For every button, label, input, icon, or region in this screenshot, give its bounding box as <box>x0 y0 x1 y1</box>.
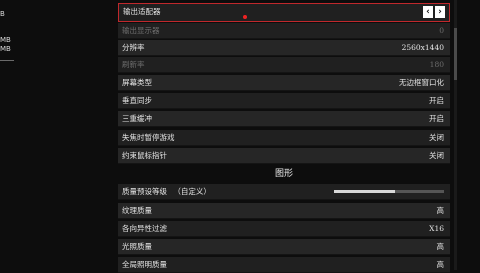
scrollbar-thumb[interactable] <box>454 28 457 80</box>
setting-row-quality-preset[interactable]: 质量预设等级 （自定义） <box>118 184 450 200</box>
setting-value: 高 <box>436 242 445 251</box>
setting-row-lighting-quality[interactable]: 光照质量 高 <box>118 239 450 255</box>
setting-label: 刷新率 <box>122 60 145 69</box>
quality-preset-label: 质量预设等级 <box>122 187 167 196</box>
setting-label: 三重缓冲 <box>122 114 152 123</box>
setting-row-pause-on-focus-loss[interactable]: 失焦时暂停游戏 关闭 <box>118 130 450 146</box>
setting-row-vsync[interactable]: 垂直同步 开启 <box>118 93 450 109</box>
setting-label: 输出适配器 <box>123 7 161 16</box>
setting-label: 各向异性过滤 <box>122 224 167 233</box>
setting-value: X16 <box>429 224 444 233</box>
quality-preset-slider-fill <box>334 190 395 193</box>
setting-value: 高 <box>436 206 445 215</box>
setting-value: 高 <box>436 260 445 269</box>
mouse-cursor <box>243 15 247 19</box>
left-panel: B MB MB <box>0 0 110 270</box>
setting-label: 纹理质量 <box>122 206 152 215</box>
setting-row-screen-type[interactable]: 屏幕类型 无边框窗口化 <box>118 75 450 91</box>
setting-value: 0 <box>439 26 444 35</box>
settings-list: 输出适配器 ‹ › 输出显示器 0 分辨率 2560x1440 刷新率 180 … <box>118 0 450 273</box>
setting-row-anisotropic-filtering[interactable]: 各向异性过滤 X16 <box>118 221 450 237</box>
quality-preset-slider[interactable] <box>334 190 444 193</box>
setting-label: 垂直同步 <box>122 96 152 105</box>
setting-row-confine-cursor[interactable]: 约束鼠标指针 关闭 <box>118 148 450 164</box>
left-text-1: B <box>0 10 5 18</box>
setting-label: 输出显示器 <box>122 26 160 35</box>
settings-scrollbar[interactable] <box>454 0 457 270</box>
setting-row-global-illumination[interactable]: 全局照明质量 高 <box>118 257 450 273</box>
left-divider <box>0 60 14 61</box>
setting-row-output-display[interactable]: 输出显示器 0 <box>118 23 450 39</box>
quality-preset-sublabel: （自定义） <box>173 187 211 196</box>
setting-row-resolution[interactable]: 分辨率 2560x1440 <box>118 40 450 56</box>
setting-row-texture-quality[interactable]: 纹理质量 高 <box>118 203 450 219</box>
setting-value: 关闭 <box>429 133 444 142</box>
setting-label: 失焦时暂停游戏 <box>122 133 175 142</box>
setting-label: 全局照明质量 <box>122 260 167 269</box>
setting-label: 分辨率 <box>122 43 145 52</box>
setting-label: 屏幕类型 <box>122 78 152 87</box>
setting-value: 开启 <box>429 96 444 105</box>
section-title-graphics: 图形 <box>274 169 293 179</box>
setting-row-refresh-rate[interactable]: 刷新率 180 <box>118 57 450 73</box>
setting-row-output-adapter[interactable]: 输出适配器 ‹ › <box>118 3 450 22</box>
setting-value: 无边框窗口化 <box>399 78 444 87</box>
chevron-right-icon[interactable]: › <box>435 6 445 18</box>
option-stepper: ‹ › <box>423 6 445 18</box>
setting-value: 180 <box>429 60 444 69</box>
setting-value: 开启 <box>429 114 444 123</box>
setting-value: 关闭 <box>429 151 444 160</box>
setting-row-triple-buffering[interactable]: 三重缓冲 开启 <box>118 111 450 127</box>
setting-label: 光照质量 <box>122 242 152 251</box>
left-text-2: MB <box>0 36 11 44</box>
setting-value: 2560x1440 <box>401 43 444 52</box>
setting-label: 约束鼠标指针 <box>122 151 167 160</box>
setting-label: 质量预设等级 （自定义） <box>122 184 211 200</box>
chevron-left-icon[interactable]: ‹ <box>423 6 433 18</box>
left-text-3: MB <box>0 45 11 53</box>
